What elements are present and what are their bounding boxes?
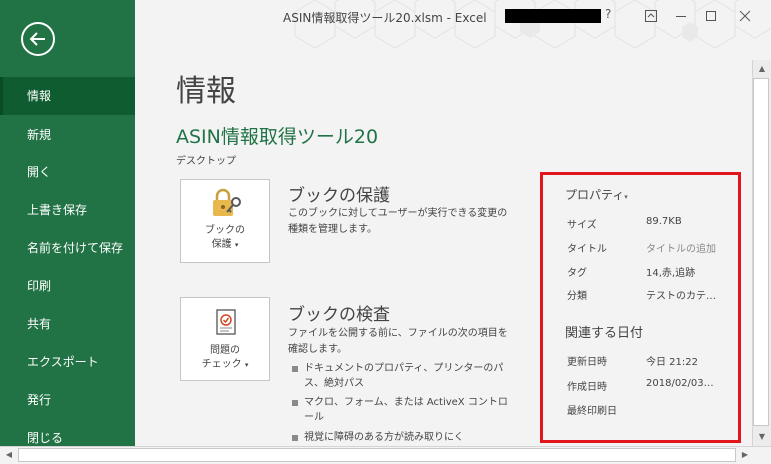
nav-item-save[interactable]: 上書き保存 <box>0 191 135 229</box>
related-dates-heading: 関連する日付 <box>565 326 644 341</box>
inspect-bullet: ドキュメントのプロパティ、プリンターのパス、絶対パス <box>290 361 510 391</box>
nav-item-print[interactable]: 印刷 <box>0 267 135 305</box>
help-button[interactable]: ? <box>605 7 611 21</box>
backstage-nav: 情報 新規 開く 上書き保存 名前を付けて保存 印刷 共有 エクスポート 発行 … <box>0 0 135 446</box>
close-icon <box>739 10 751 22</box>
inspect-description: ファイルを公開する前に、ファイルの次の項目を確認します。 <box>288 328 508 355</box>
inspect-tile-line1: 問題の <box>210 345 240 356</box>
minimize-icon <box>676 16 686 17</box>
inspect-tile-line2: チェック ▾ <box>181 358 269 372</box>
nav-item-new[interactable]: 新規 <box>0 116 135 154</box>
title-bar: ASIN情報取得ツール20.xlsm - Excel ? <box>135 0 771 32</box>
nav-item-export[interactable]: エクスポート <box>0 343 135 381</box>
inspect-bullet: マクロ、フォーム、または ActiveX コントロール <box>290 395 510 425</box>
protect-description: このブックに対してユーザーが実行できる変更の種類を管理します。 <box>288 208 508 235</box>
redacted-account-name <box>505 9 601 23</box>
scroll-right-icon[interactable]: ▶ <box>738 448 752 462</box>
ribbon-display-icon <box>645 10 657 22</box>
chevron-down-icon: ▾ <box>234 241 239 249</box>
prop-label-category: 分類 <box>567 291 587 302</box>
lock-key-icon <box>213 188 241 216</box>
scroll-left-icon[interactable]: ◀ <box>2 448 16 462</box>
document-name: ASIN情報取得ツール20 <box>176 126 379 148</box>
scroll-up-icon[interactable]: ▲ <box>755 62 769 76</box>
nav-item-share[interactable]: 共有 <box>0 305 135 343</box>
properties-heading: プロパティ <box>565 188 625 202</box>
prop-value-category[interactable]: テストのカテ… <box>646 287 716 302</box>
prop-value-size: 89.7KB <box>646 216 682 227</box>
protect-workbook-button[interactable]: ブックの 保護 ▾ <box>180 179 270 263</box>
page-title: 情報 <box>176 74 236 109</box>
date-value-modified: 今日 21:22 <box>646 357 698 368</box>
properties-dropdown[interactable]: プロパティ▾ <box>565 186 628 203</box>
date-label-last-printed: 最終印刷日 <box>567 406 617 417</box>
maximize-button[interactable] <box>699 4 723 28</box>
inspect-bullet: 視覚に障碍のある方が読み取りにく <box>290 430 510 445</box>
protect-tile-line1: ブックの <box>205 225 245 236</box>
inspect-tile-line2-text: チェック <box>201 359 242 370</box>
back-arrow-icon <box>29 32 45 46</box>
vertical-scroll-thumb[interactable] <box>753 78 769 426</box>
date-label-modified: 更新日時 <box>567 357 607 368</box>
back-button[interactable] <box>21 22 55 56</box>
prop-label-tags: タグ <box>567 268 587 279</box>
window-title: ASIN情報取得ツール20.xlsm - Excel <box>283 11 487 25</box>
prop-value-title[interactable]: タイトルの追加 <box>646 240 716 255</box>
nav-item-open[interactable]: 開く <box>0 153 135 191</box>
protect-tile-line2: 保護 ▾ <box>181 238 269 252</box>
prop-value-tags[interactable]: 14,赤,追跡 <box>646 264 695 279</box>
maximize-icon <box>706 11 716 21</box>
nav-item-save-as[interactable]: 名前を付けて保存 <box>0 229 135 267</box>
horizontal-scroll-thumb[interactable] <box>18 448 736 462</box>
nav-item-info[interactable]: 情報 <box>0 77 135 115</box>
protect-heading: ブックの保護 <box>288 186 390 206</box>
close-window-button[interactable] <box>733 4 757 28</box>
chevron-down-icon: ▾ <box>624 193 628 201</box>
inspect-heading: ブックの検査 <box>288 305 390 325</box>
nav-item-publish[interactable]: 発行 <box>0 381 135 419</box>
document-location[interactable]: デスクトップ <box>176 152 236 167</box>
check-document-icon <box>216 309 236 335</box>
date-label-created: 作成日時 <box>567 382 607 393</box>
scroll-down-icon[interactable]: ▼ <box>755 430 769 444</box>
ribbon-display-options-button[interactable] <box>639 4 663 28</box>
prop-label-title: タイトル <box>567 244 607 255</box>
date-value-created: 2018/02/03… <box>646 378 714 389</box>
minimize-button[interactable] <box>669 4 693 28</box>
prop-label-size: サイズ <box>567 220 597 231</box>
protect-tile-line2-text: 保護 <box>211 239 232 250</box>
chevron-down-icon: ▾ <box>244 361 249 369</box>
check-issues-button[interactable]: 問題の チェック ▾ <box>180 297 270 381</box>
